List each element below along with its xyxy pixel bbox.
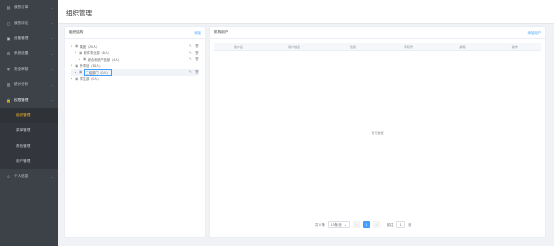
folder-icon: ▣ (75, 76, 79, 81)
sidebar-item-label: 个人信息 (14, 174, 29, 179)
sidebar-item-label: 权限管理 (14, 97, 29, 102)
page-title: 组织管理 (66, 9, 92, 17)
chevron-left-icon: ‹ (355, 222, 357, 227)
delete-icon[interactable]: 🗑 (195, 51, 199, 55)
tree-node-actions: ✎ 🗑 (189, 51, 199, 55)
settings-icon: ⚙ (6, 51, 11, 57)
sidebar-item-label: 我的评论 (14, 20, 29, 25)
org-structure-panel: 组织结构 添加 ▾ ▣ 集团（25人） ✎ 🗑 ▾ ▣ 软件事业部（8人） ✎ 🗑… (64, 26, 206, 238)
sidebar-subitem-label: 菜单管理 (16, 128, 31, 133)
folder-icon: ▣ (79, 70, 83, 75)
chart-icon: ▥ (6, 82, 11, 88)
lock-icon: 🔒 (6, 97, 11, 103)
chevron-down-icon: ⌄ (50, 21, 53, 26)
empty-placeholder: 暂无数据 (371, 131, 384, 135)
sidebar-item-label: 我的订单 (14, 5, 29, 10)
org-tree: ▾ ▣ 集团（25人） ✎ 🗑 ▾ ▣ 软件事业部（8人） ✎ 🗑 ▸ ▣ 综合系统… (65, 39, 205, 86)
panel-title: 机构用户 (214, 30, 229, 34)
folder-icon: ▣ (75, 63, 79, 68)
folder-icon: ▣ (79, 50, 83, 55)
chevron-right-icon: › (375, 222, 377, 227)
sidebar-item-label: 统计分析 (14, 82, 29, 87)
chevron-down-icon: ⌄ (50, 36, 53, 41)
sidebar-item[interactable]: ▢ 我的评论 ⌄ (0, 15, 58, 30)
sidebar-item[interactable]: ⚙ 系统设置 ⌄ (0, 46, 58, 61)
tree-node-label: 学生部（0人） (79, 77, 101, 82)
tree-node[interactable]: ▸ ▣ 学生部（0人） (71, 76, 199, 83)
sidebar-item-profile[interactable]: ☺ 个人信息 ⌄ (0, 169, 58, 184)
sidebar-subitem-label: 组织管理 (16, 112, 31, 117)
sidebar-subitem-label: 角色管理 (16, 143, 31, 148)
edit-icon[interactable]: ✎ (189, 51, 192, 55)
panel-header: 机构用户 添加用户 (210, 27, 545, 39)
sidebar-item-label: 安全审核 (14, 66, 29, 71)
tree-node-label: 外事处（38人） (79, 64, 103, 69)
chevron-down-icon: ⌄ (50, 67, 53, 72)
folder-icon: ▣ (75, 44, 79, 49)
chevron-down-icon: ⌄ (50, 51, 53, 56)
panel-header: 组织结构 添加 (65, 27, 205, 39)
sidebar-item[interactable]: ▤ 我的订单 ⌄ (0, 0, 58, 15)
edit-icon[interactable]: ✎ (189, 57, 192, 61)
add-user-button[interactable]: 添加用户 (527, 30, 541, 35)
tree-node-actions: ✎ 🗑 (189, 44, 199, 48)
sidebar-item[interactable]: ⛨ 安全审核 ⌄ (0, 62, 58, 77)
edit-icon[interactable]: ✎ (189, 44, 192, 48)
delete-icon[interactable]: 🗑 (195, 44, 199, 48)
goto-label: 前往 (386, 223, 394, 227)
users-table: 用户名 用户姓名 性别 手机号 邮箱 操作 (214, 43, 541, 51)
tree-node-actions: ✎ 🗑 (189, 70, 199, 74)
page-size-select[interactable]: 10条/页 ⌄ (327, 221, 350, 228)
sidebar-item-label: 系统设置 (14, 51, 29, 56)
chevron-down-icon: ⌄ (50, 174, 53, 179)
org-users-panel: 机构用户 添加用户 用户名 用户姓名 性别 手机号 邮箱 操作 暂无数据 共 0 条 10… (209, 26, 546, 238)
next-page-button[interactable]: › (372, 221, 380, 228)
sidebar: ▤ 我的订单 ⌄ ▢ 我的评论 ⌄ ▣ 设备管理 ⌄ ⚙ 系统设置 ⌄ ⛨ 安全审核 ⌄… (0, 0, 58, 246)
sidebar-item[interactable]: ▣ 设备管理 ⌄ (0, 31, 58, 46)
tree-node-label: 集团（25人） (79, 44, 100, 49)
sidebar-item-label: 设备管理 (14, 35, 29, 40)
tree-node-label: 软件事业部（8人） (83, 51, 111, 56)
column-header: 性别 (349, 44, 356, 49)
chevron-down-icon: ⌄ (50, 82, 53, 87)
sidebar-subitem[interactable]: 组织管理 (0, 107, 58, 124)
tree-node-label: 综合系统产品部（4人） (87, 57, 122, 62)
page-size-value: 10条/页 (330, 223, 342, 227)
sidebar-subitem-label: 用户管理 (16, 159, 31, 164)
document-icon: ▤ (6, 5, 11, 11)
delete-icon[interactable]: 🗑 (195, 57, 199, 61)
device-icon: ▣ (6, 35, 11, 41)
page-header: 组织管理 (58, 0, 554, 24)
total-count: 共 0 条 (315, 223, 325, 227)
shield-icon: ⛨ (7, 66, 10, 72)
chevron-down-icon: ⌄ (50, 98, 53, 103)
column-header: 用户名 (234, 44, 244, 49)
column-header: 用户姓名 (288, 44, 301, 49)
delete-icon[interactable]: 🗑 (195, 70, 199, 74)
panel-title: 组织结构 (69, 30, 84, 34)
tree-node-actions: ✎ 🗑 (189, 57, 199, 61)
column-header: 手机号 (404, 44, 414, 49)
column-header: 邮箱 (459, 44, 466, 49)
prev-page-button[interactable]: ‹ (352, 221, 360, 228)
column-header: 操作 (511, 44, 518, 49)
sidebar-item[interactable]: 🔒 权限管理 ⌄ (0, 92, 58, 107)
goto-suffix: 页 (408, 223, 412, 227)
goto-page-input[interactable]: 1 (396, 221, 406, 228)
comment-icon: ▢ (6, 20, 11, 26)
user-icon: ☺ (6, 174, 11, 180)
sidebar-item[interactable]: ▥ 统计分析 ⌄ (0, 77, 58, 92)
page-number-active[interactable]: 1 (362, 221, 370, 228)
sidebar-subitem[interactable]: 菜单管理 (0, 123, 58, 139)
chevron-down-icon: ⌄ (50, 5, 53, 10)
folder-icon: ▣ (83, 57, 87, 62)
pagination: 共 0 条 10条/页 ⌄ ‹ 1 › 前往 1 页 (315, 221, 411, 228)
sidebar-subitem[interactable]: 角色管理 (0, 138, 58, 154)
table-header: 用户名 用户姓名 性别 手机号 邮箱 操作 (214, 43, 541, 51)
add-org-button[interactable]: 添加 (194, 30, 201, 35)
chevron-down-icon: ⌄ (344, 222, 347, 227)
sidebar-subitem[interactable]: 用户管理 (0, 153, 58, 170)
edit-icon[interactable]: ✎ (189, 70, 192, 74)
